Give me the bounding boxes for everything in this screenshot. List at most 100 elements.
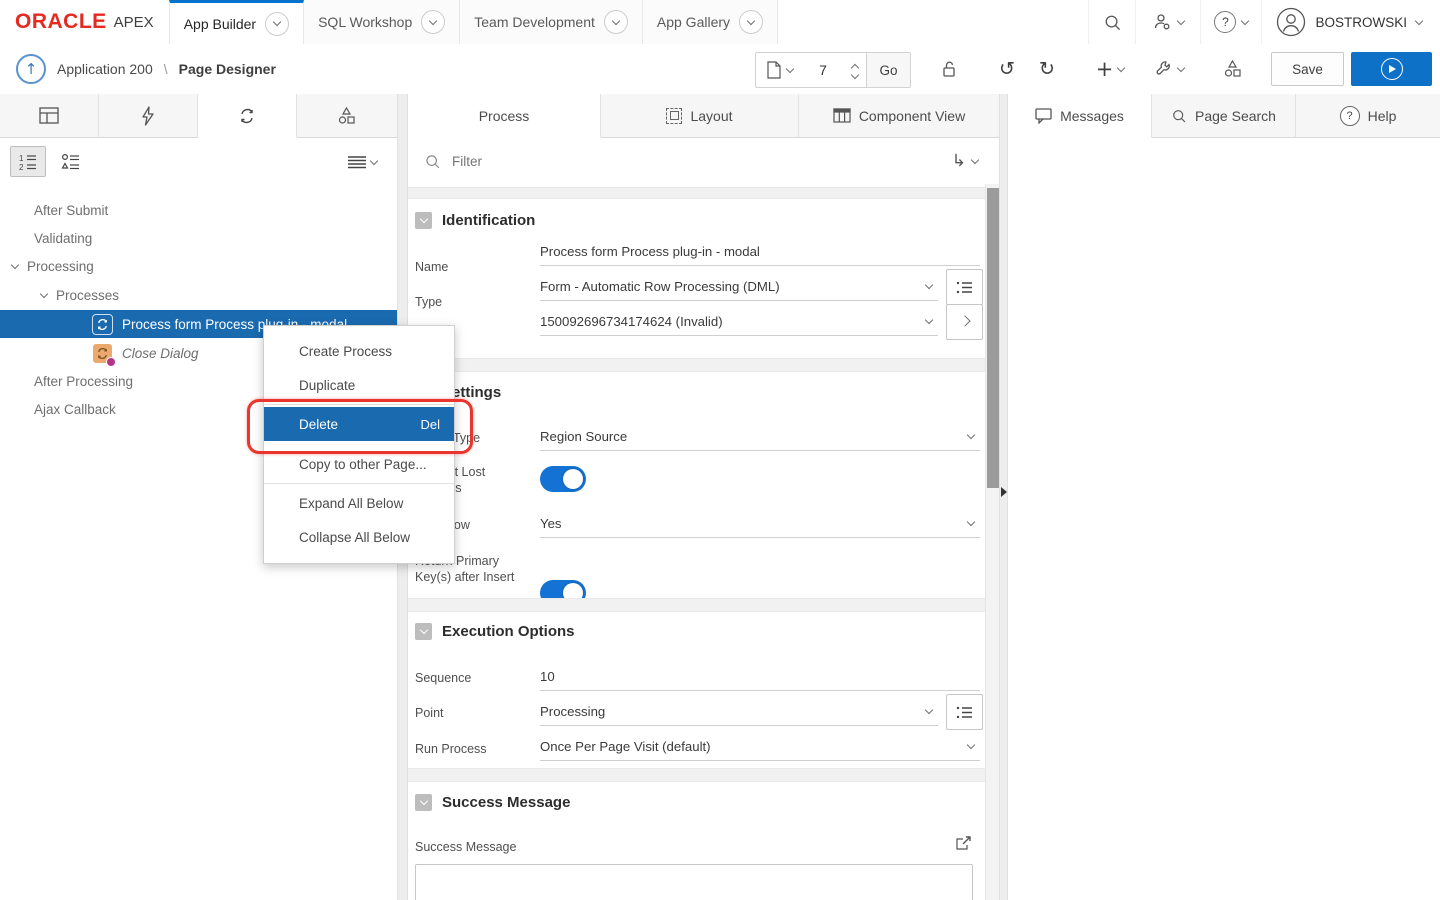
menu-item-copy-to-other-page[interactable]: Copy to other Page...	[264, 447, 454, 481]
nav-tab-app-gallery[interactable]: App Gallery	[643, 0, 778, 44]
nav-tab-app-builder[interactable]: App Builder	[169, 0, 304, 45]
chevron-down-icon	[40, 289, 48, 297]
tab-help[interactable]: ? Help	[1296, 94, 1440, 138]
tab-component-view[interactable]: Component View	[799, 94, 1000, 138]
tab-process[interactable]: Process	[408, 94, 601, 138]
tab-page-search[interactable]: Page Search	[1152, 94, 1296, 138]
lock-button[interactable]	[928, 54, 970, 84]
undo-icon: ↺	[999, 58, 1015, 80]
menu-item-label: Delete	[299, 417, 338, 432]
nav-tab-team-development[interactable]: Team Development	[460, 0, 643, 44]
chevron-down-icon	[265, 12, 289, 36]
menu-item-create-process[interactable]: Create Process	[264, 334, 454, 368]
oracle-apex-logo: ORACLE APEX	[0, 10, 169, 34]
nav-tab-label: Team Development	[474, 14, 595, 30]
processing-cycle-icon	[237, 106, 257, 126]
tree-item-validating[interactable]: Validating	[34, 224, 92, 252]
prevent-lost-updates-toggle[interactable]	[540, 466, 586, 492]
tree-item-processes[interactable]: Processes	[41, 281, 119, 309]
page-number-stepper[interactable]	[844, 62, 866, 78]
tree-item-processing[interactable]: Processing	[12, 252, 94, 280]
page-finder-button[interactable]	[756, 53, 802, 87]
collapse-icon	[415, 623, 432, 640]
field-value: Once Per Page Visit (default)	[540, 739, 711, 754]
utilities-button[interactable]	[1146, 52, 1192, 86]
nav-tab-sql-workshop[interactable]: SQL Workshop	[304, 0, 460, 44]
region-goto-button[interactable]	[946, 304, 983, 340]
scrollbar-track[interactable]	[985, 184, 999, 900]
sequence-input[interactable]: 10	[540, 663, 980, 691]
splitter-collapse-arrow-icon[interactable]	[1001, 487, 1007, 497]
menu-item-delete[interactable]: Delete Del	[264, 407, 454, 441]
field-label-success-message: Success Message	[415, 840, 516, 854]
chevron-down-icon	[971, 155, 979, 163]
splitter-right[interactable]	[999, 94, 1008, 900]
menu-item-expand-all-below[interactable]: Expand All Below	[264, 486, 454, 520]
tree-menu-button[interactable]	[340, 148, 384, 176]
page-selector-group: Go	[755, 52, 911, 88]
order-by-type-button[interactable]	[54, 146, 88, 177]
go-to-group-button[interactable]: ↳	[952, 151, 978, 171]
chevron-down-icon	[604, 10, 628, 34]
tree-item-label: After Submit	[34, 203, 108, 218]
go-up-icon[interactable]: ↑	[16, 54, 46, 84]
tree-item-close-dialog[interactable]: Close Dialog	[92, 339, 199, 367]
section-title: Identification	[442, 212, 535, 229]
success-message-textarea[interactable]	[415, 864, 973, 900]
field-label-run-process: Run Process	[415, 741, 527, 757]
run-process-select[interactable]: Once Per Page Visit (default)	[540, 733, 980, 761]
menu-item-label: Duplicate	[299, 378, 355, 393]
code-editor-popout-button[interactable]	[954, 834, 972, 852]
filter-input[interactable]	[450, 153, 834, 170]
type-quick-pick-button[interactable]	[946, 269, 983, 305]
target-type-select[interactable]: Region Source	[540, 423, 980, 451]
header-search-button[interactable]	[1088, 0, 1135, 44]
svg-text:1: 1	[19, 154, 24, 163]
header-help-button[interactable]: ?	[1200, 0, 1261, 44]
chevron-down-icon	[925, 706, 933, 714]
field-label-type: Type	[415, 294, 527, 310]
section-header-execution-options[interactable]: Execution Options	[415, 623, 575, 640]
breadcrumb-app-link[interactable]: Application 200	[57, 61, 153, 77]
menu-item-duplicate[interactable]: Duplicate	[264, 368, 454, 402]
tab-page-shared-components[interactable]	[297, 94, 397, 138]
tree-item-after-processing[interactable]: After Processing	[34, 367, 133, 395]
tree-item-label: Processes	[56, 288, 119, 303]
tree-item-after-submit[interactable]: After Submit	[34, 196, 108, 224]
undo-button[interactable]: ↺	[988, 52, 1026, 86]
tab-dynamic-actions[interactable]	[99, 94, 198, 138]
tab-processing[interactable]	[198, 94, 297, 138]
section-header-success-message[interactable]: Success Message	[415, 794, 570, 811]
type-select[interactable]: Form - Automatic Row Processing (DML)	[540, 273, 938, 301]
tab-layout[interactable]: Layout	[601, 94, 799, 138]
tab-label: Help	[1368, 108, 1397, 124]
header-admin-button[interactable]	[1135, 0, 1200, 44]
tree-item-ajax-callback[interactable]: Ajax Callback	[34, 395, 116, 423]
order-by-processing-order-button[interactable]: 12	[10, 146, 46, 177]
name-input[interactable]: Process form Process plug-in - modal	[540, 238, 980, 266]
lock-row-select[interactable]: Yes	[540, 510, 980, 538]
field-label-point: Point	[415, 705, 527, 721]
tab-rendering[interactable]	[0, 94, 99, 138]
columns-icon	[833, 108, 851, 123]
lightning-icon	[140, 106, 156, 126]
header-account-button[interactable]: BOSTROWSKI	[1261, 0, 1440, 44]
section-header-identification[interactable]: Identification	[415, 212, 535, 229]
redo-button[interactable]: ↻	[1028, 52, 1066, 86]
create-button[interactable]: +	[1088, 52, 1132, 86]
point-select[interactable]: Processing	[540, 698, 938, 726]
tree-item-label: After Processing	[34, 374, 133, 389]
go-button[interactable]: Go	[866, 53, 910, 87]
messages-pane-body	[1008, 138, 1440, 900]
shape-list-icon	[61, 153, 81, 171]
save-button[interactable]: Save	[1271, 52, 1344, 86]
run-page-button[interactable]	[1351, 52, 1432, 86]
page-number-input[interactable]	[802, 54, 844, 86]
tab-messages[interactable]: Messages	[1008, 94, 1152, 138]
scrollbar-thumb[interactable]	[987, 188, 999, 488]
menu-item-collapse-all-below[interactable]: Collapse All Below	[264, 520, 454, 554]
shared-components-button[interactable]	[1212, 52, 1254, 86]
region-select[interactable]: 150092696734174624 (Invalid)	[540, 308, 938, 336]
point-quick-pick-button[interactable]	[946, 694, 983, 730]
section-separator	[408, 187, 985, 199]
